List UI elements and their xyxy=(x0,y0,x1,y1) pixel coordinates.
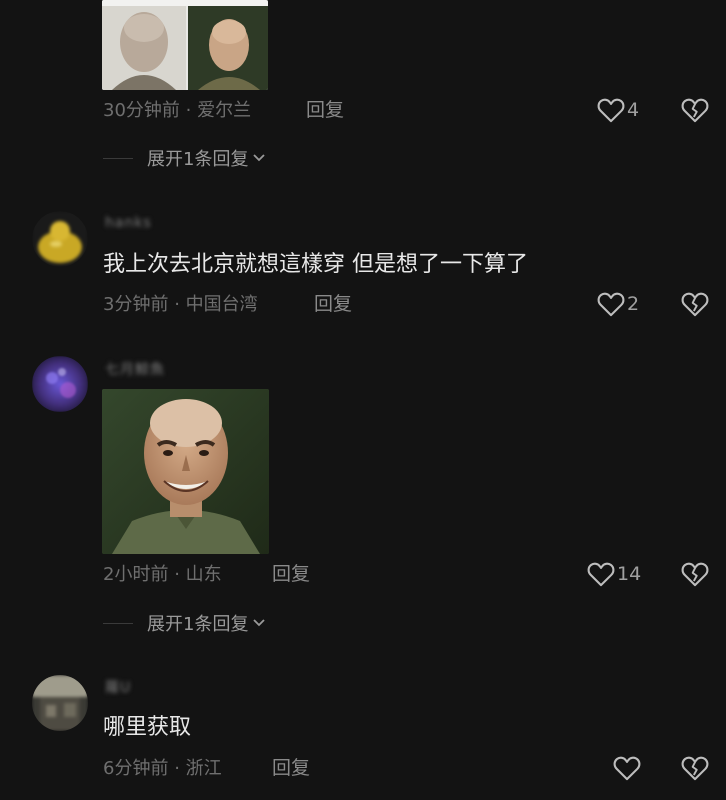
broken-heart-icon xyxy=(681,292,709,317)
comment-3-location: 山东 xyxy=(185,564,222,585)
avatar[interactable] xyxy=(32,675,88,731)
comment-4-meta: 6分钟前 · 浙江 xyxy=(103,758,222,780)
comment-2-time: 3分钟前 xyxy=(103,294,169,315)
expand-replies-button[interactable]: 展开1条回复 xyxy=(103,610,266,636)
like-count: 14 xyxy=(617,563,642,585)
divider xyxy=(103,157,133,159)
comment-1-time: 30分钟前 xyxy=(103,100,180,121)
avatar-image xyxy=(32,675,88,731)
comment-text: 哪里获取 xyxy=(103,715,192,740)
heart-outline-icon xyxy=(587,562,615,587)
avatar[interactable] xyxy=(32,356,88,412)
heart-outline-icon xyxy=(597,292,625,317)
meta-separator: · xyxy=(174,564,180,585)
comment-text: 我上次去北京就想這樣穿 但是想了一下算了 xyxy=(103,252,528,277)
expand-replies-label: 展开1条回复 xyxy=(147,149,249,170)
comment-3-meta: 2小时前 · 山东 xyxy=(103,564,222,586)
like-button[interactable]: 4 xyxy=(597,97,639,123)
comment-4-time: 6分钟前 xyxy=(103,758,169,779)
avatar-image xyxy=(32,211,88,267)
meta-separator: · xyxy=(174,758,180,779)
avatar-image xyxy=(32,356,88,412)
portrait-image xyxy=(102,389,269,554)
chevron-down-icon xyxy=(253,619,266,627)
expand-replies-button[interactable]: 展开1条回复 xyxy=(103,145,266,171)
heart-outline-icon xyxy=(597,98,625,123)
comment-2-location: 中国台湾 xyxy=(185,294,258,315)
like-button[interactable] xyxy=(613,755,641,781)
broken-heart-icon xyxy=(681,98,709,123)
expand-replies-label: 展开1条回复 xyxy=(147,614,249,635)
username[interactable]: 七月鯨魚 xyxy=(105,362,165,378)
comment-2-meta: 3分钟前 · 中国台湾 xyxy=(103,294,258,316)
comment-list: 30分钟前 · 爱尔兰 回复 4 展开1条回复 hanks 我上次去北京就想這樣… xyxy=(0,0,726,800)
avatar[interactable] xyxy=(32,211,88,267)
reply-button[interactable]: 回复 xyxy=(306,99,344,121)
broken-heart-icon xyxy=(681,756,709,781)
dislike-button[interactable] xyxy=(681,561,709,591)
heart-outline-icon xyxy=(613,756,641,781)
like-button[interactable]: 2 xyxy=(597,291,639,317)
dislike-button[interactable] xyxy=(681,755,709,785)
dislike-button[interactable] xyxy=(681,97,709,127)
comment-3-image[interactable] xyxy=(102,389,269,554)
comment-1-meta: 30分钟前 · 爱尔兰 xyxy=(103,100,251,122)
comment-4-location: 浙江 xyxy=(185,758,222,779)
username[interactable]: hanks xyxy=(105,215,152,231)
meta-separator: · xyxy=(174,294,180,315)
chevron-down-icon xyxy=(253,154,266,162)
broken-heart-icon xyxy=(681,562,709,587)
divider xyxy=(103,622,133,624)
username[interactable]: 羅U xyxy=(105,680,131,696)
like-button[interactable]: 14 xyxy=(587,561,641,587)
reply-button[interactable]: 回复 xyxy=(272,757,310,779)
reply-button[interactable]: 回复 xyxy=(272,563,310,585)
portrait-pair-image xyxy=(102,0,268,90)
dislike-button[interactable] xyxy=(681,291,709,321)
like-count: 2 xyxy=(627,293,640,315)
comment-1-location: 爱尔兰 xyxy=(197,100,252,121)
comment-3-time: 2小时前 xyxy=(103,564,169,585)
meta-separator: · xyxy=(185,100,192,121)
like-count: 4 xyxy=(627,99,640,121)
comment-1-image[interactable] xyxy=(102,0,268,90)
reply-button[interactable]: 回复 xyxy=(314,293,352,315)
